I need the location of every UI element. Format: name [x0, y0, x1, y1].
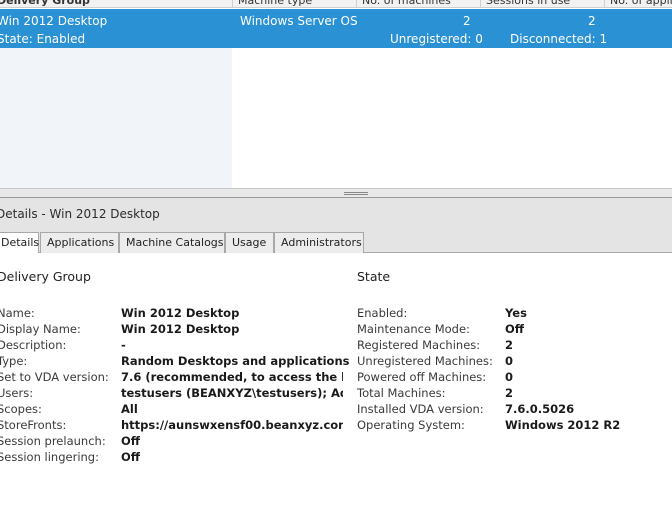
- label-scopes: Scopes:: [0, 402, 42, 416]
- column-header-no-of-machines[interactable]: No. of machines: [356, 0, 480, 8]
- value-maintenance-mode: Off: [505, 322, 525, 336]
- tab-details[interactable]: Details: [0, 232, 39, 254]
- value-total-machines: 2: [505, 386, 514, 400]
- value-users: testusers (BEANXYZ\testusers); Admi...: [121, 386, 343, 400]
- value-powered-off-machines: 0: [505, 370, 514, 384]
- delivery-group-heading: Delivery Group: [0, 269, 91, 284]
- value-description: -: [121, 338, 126, 352]
- details-content: Delivery Group Name: Win 2012 Desktop Di…: [0, 253, 672, 525]
- value-registered-machines: 2: [505, 338, 514, 352]
- tab-administrators[interactable]: Administrators: [274, 232, 364, 253]
- row-name: Win 2012 Desktop: [0, 14, 108, 28]
- column-header-no-of-applications[interactable]: No. of applic: [604, 0, 672, 8]
- pane-splitter[interactable]: [0, 188, 672, 198]
- value-scopes: All: [121, 402, 138, 416]
- label-enabled: Enabled:: [357, 306, 408, 320]
- value-enabled: Yes: [505, 306, 527, 320]
- value-display-name: Win 2012 Desktop: [121, 322, 240, 336]
- delivery-group-row-selected[interactable]: Win 2012 Desktop State: Enabled Windows …: [0, 9, 672, 48]
- label-unregistered-machines: Unregistered Machines:: [357, 354, 493, 368]
- label-type: Type:: [0, 354, 28, 368]
- grid-body-empty-area: [232, 48, 672, 188]
- details-title: Details - Win 2012 Desktop: [0, 207, 160, 221]
- label-registered-machines: Registered Machines:: [357, 338, 481, 352]
- label-session-prelaunch: Session prelaunch:: [0, 434, 106, 448]
- value-unregistered-machines: 0: [505, 354, 514, 368]
- details-tab-strip: Details Applications Machine Catalogs Us…: [0, 231, 672, 254]
- column-header-machine-type[interactable]: Machine type: [232, 0, 356, 8]
- label-display-name: Display Name:: [0, 322, 81, 336]
- row-unregistered: Unregistered: 0: [390, 32, 483, 46]
- label-powered-off-machines: Powered off Machines:: [357, 370, 487, 384]
- value-vda-version: 7.6 (recommended, to access the late...: [121, 370, 343, 384]
- row-disconnected: Disconnected: 1: [510, 32, 608, 46]
- grid-header: Delivery Group Machine type No. of machi…: [0, 0, 672, 8]
- column-header-delivery-group[interactable]: Delivery Group: [0, 0, 229, 8]
- value-type: Random Desktops and applications: [121, 354, 350, 368]
- state-heading: State: [357, 269, 391, 284]
- value-operating-system: Windows 2012 R2: [505, 418, 621, 432]
- value-installed-vda-version: 7.6.0.5026: [505, 402, 575, 416]
- value-session-lingering: Off: [121, 450, 141, 464]
- value-session-prelaunch: Off: [121, 434, 141, 448]
- grid-body-left-pane: [0, 48, 232, 188]
- value-storefronts: https://aunswxensf00.beanxyz.com/: [121, 418, 343, 432]
- splitter-grip-icon[interactable]: [344, 192, 368, 195]
- row-sessions-count: 2: [588, 14, 596, 28]
- label-session-lingering: Session lingering:: [0, 450, 99, 464]
- column-header-sessions-in-use[interactable]: Sessions in use: [480, 0, 604, 8]
- tab-usage[interactable]: Usage: [225, 232, 274, 253]
- label-name: Name:: [0, 306, 35, 320]
- label-total-machines: Total Machines:: [357, 386, 446, 400]
- details-header: Details - Win 2012 Desktop: [0, 198, 672, 231]
- row-state: State: Enabled: [0, 32, 86, 46]
- tab-machine-catalogs[interactable]: Machine Catalogs: [119, 232, 225, 253]
- label-users: Users:: [0, 386, 34, 400]
- row-machine-count: 2: [463, 14, 471, 28]
- label-vda-version: Set to VDA version:: [0, 370, 109, 384]
- label-storefronts: StoreFronts:: [0, 418, 67, 432]
- tab-applications[interactable]: Applications: [40, 232, 119, 253]
- label-description: Description:: [0, 338, 67, 352]
- label-installed-vda-version: Installed VDA version:: [357, 402, 484, 416]
- value-name: Win 2012 Desktop: [121, 306, 240, 320]
- label-operating-system: Operating System:: [357, 418, 465, 432]
- row-machine-type: Windows Server OS: [240, 14, 358, 28]
- label-maintenance-mode: Maintenance Mode:: [357, 322, 470, 336]
